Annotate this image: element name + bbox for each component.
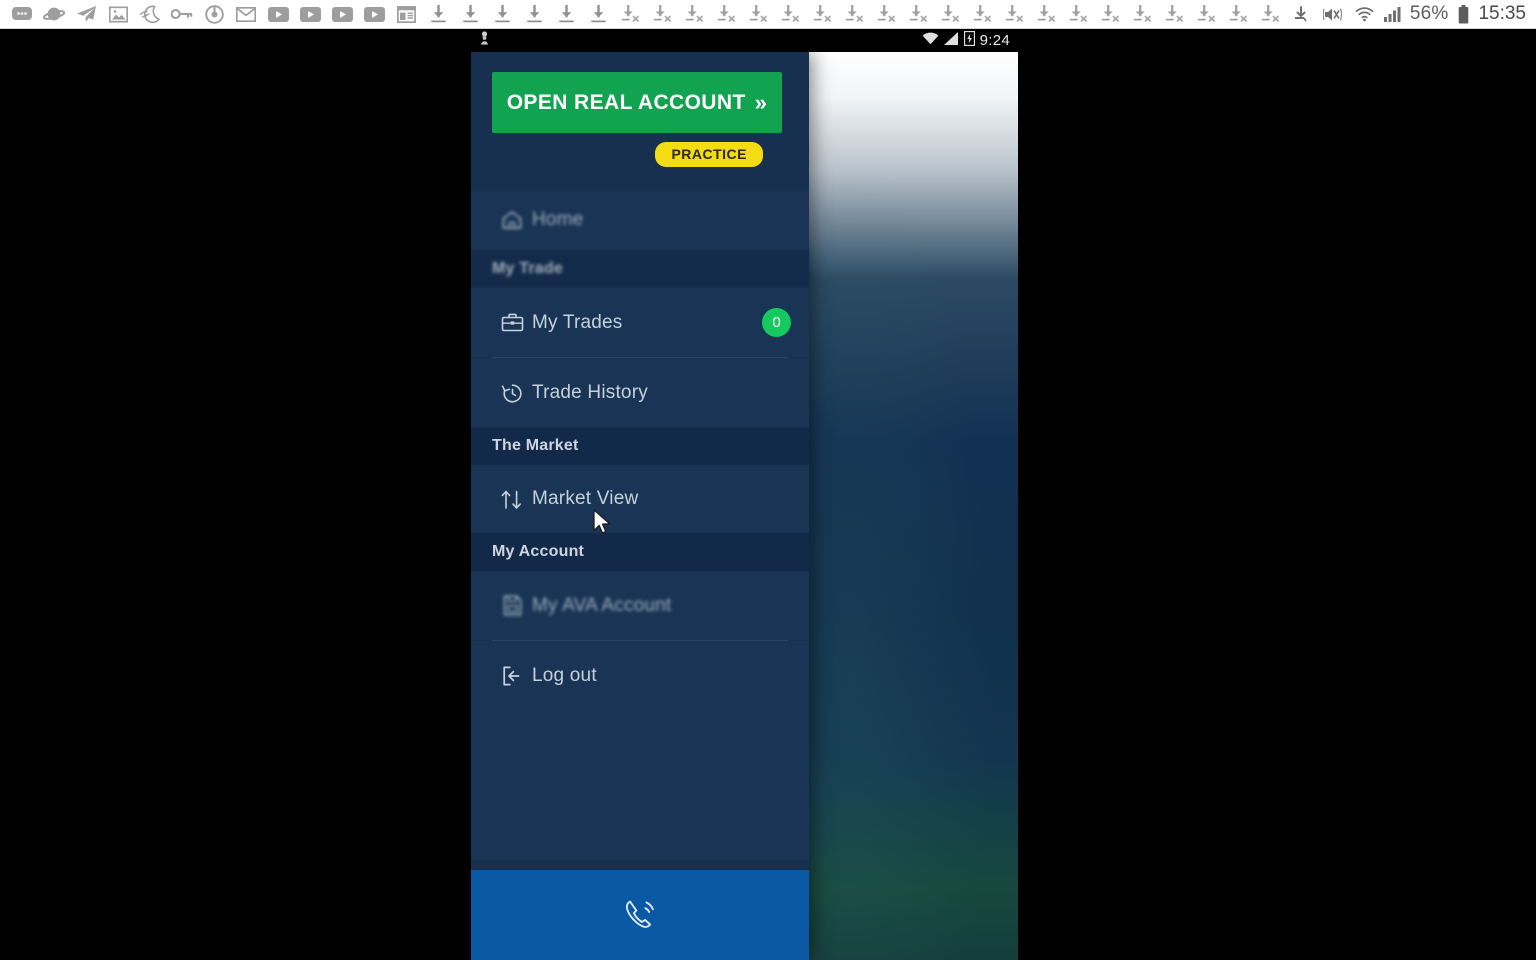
arrows-up-down-icon	[492, 488, 532, 511]
download-failed-icon[interactable]	[838, 0, 870, 29]
open-real-account-button[interactable]: OPEN REAL ACCOUNT »	[492, 72, 782, 133]
drawer-menu: Home My Trade My Trades 0 Trade History …	[471, 190, 809, 860]
menu-item-my-ava-account[interactable]: My AVA Account	[471, 571, 809, 640]
practice-mode-badge[interactable]: PRACTICE	[655, 142, 763, 167]
cell-signal-icon	[943, 31, 959, 50]
cell-signal-icon[interactable]	[1383, 0, 1403, 29]
navigation-drawer: OPEN REAL ACCOUNT » PRACTICE Home My Tra…	[471, 52, 809, 960]
download-failed-icon[interactable]	[934, 0, 966, 29]
download-icon[interactable]	[454, 0, 486, 29]
download-failed-icon[interactable]	[1094, 0, 1126, 29]
download-icon[interactable]	[582, 0, 614, 29]
media-player-icon[interactable]	[326, 0, 358, 29]
download-failed-icon[interactable]	[1126, 0, 1158, 29]
download-failed-icon[interactable]	[614, 0, 646, 29]
image-viewer-icon[interactable]	[102, 0, 134, 29]
phone-clock: 9:24	[979, 32, 1010, 49]
download-failed-icon[interactable]	[870, 0, 902, 29]
call-support-bar[interactable]	[471, 870, 809, 960]
drawer-empty-space	[471, 710, 809, 860]
chess-pawn-notification-icon	[479, 30, 490, 51]
battery-icon[interactable]	[1455, 0, 1471, 29]
download-failed-icon[interactable]	[710, 0, 742, 29]
status-bar-indicators: 9:24	[922, 30, 1010, 51]
wifi-icon	[922, 32, 939, 50]
home-icon	[492, 209, 532, 231]
download-icon[interactable]	[518, 0, 550, 29]
document-icon	[492, 594, 532, 617]
briefcase-icon	[492, 312, 532, 334]
download-failed-icon[interactable]	[902, 0, 934, 29]
phone-screen: 9:24 OPEN REAL ACCOUNT » PRACTICE Home M…	[471, 29, 1018, 960]
moon-bird-icon[interactable]	[134, 0, 166, 29]
download-failed-icon[interactable]	[1030, 0, 1062, 29]
battery-charging-icon	[963, 30, 975, 51]
phone-ring-icon	[617, 892, 663, 938]
download-indicator-icon[interactable]	[1289, 0, 1313, 29]
section-header-my-trade: My Trade	[471, 250, 809, 288]
download-failed-icon[interactable]	[1190, 0, 1222, 29]
download-failed-icon[interactable]	[774, 0, 806, 29]
menu-item-trade-history[interactable]: Trade History	[471, 358, 809, 427]
download-icon[interactable]	[486, 0, 518, 29]
media-player-icon[interactable]	[262, 0, 294, 29]
battery-percent-label: 56%	[1409, 3, 1449, 24]
key-icon[interactable]	[166, 0, 198, 29]
menu-item-log-out[interactable]: Log out	[471, 641, 809, 710]
download-failed-icon[interactable]	[1158, 0, 1190, 29]
taskbar-clock: 15:35	[1478, 3, 1526, 24]
download-icon[interactable]	[422, 0, 454, 29]
open-real-account-label: OPEN REAL ACCOUNT	[506, 90, 746, 114]
menu-item-log-out-label: Log out	[532, 664, 597, 686]
taskbar-system-tray: 56% 15:35	[1289, 0, 1536, 29]
account-mode-row: PRACTICE	[492, 133, 788, 167]
menu-item-market-view-label: Market View	[532, 488, 639, 509]
download-failed-icon[interactable]	[1062, 0, 1094, 29]
download-icon[interactable]	[550, 0, 582, 29]
logout-icon	[492, 665, 532, 687]
telegram-icon[interactable]	[70, 0, 102, 29]
calendar-window-icon[interactable]	[390, 0, 422, 29]
menu-item-my-trades-label: My Trades	[532, 311, 623, 333]
media-player-icon[interactable]	[358, 0, 390, 29]
menu-item-home-label: Home	[532, 209, 584, 230]
my-trades-count-badge: 0	[762, 308, 791, 337]
history-clock-icon	[492, 382, 532, 404]
double-chevron-right-icon: »	[754, 89, 768, 115]
download-failed-icon[interactable]	[678, 0, 710, 29]
download-failed-icon[interactable]	[1222, 0, 1254, 29]
download-failed-icon[interactable]	[966, 0, 998, 29]
menu-item-trade-history-label: Trade History	[532, 381, 648, 403]
download-failed-icon[interactable]	[806, 0, 838, 29]
taskbar-icon-tray	[0, 0, 1289, 29]
menu-item-market-view[interactable]: Market View	[471, 465, 809, 533]
mail-icon[interactable]	[230, 0, 262, 29]
section-header-the-market: The Market	[471, 427, 809, 465]
dimmed-content-behind-drawer[interactable]	[809, 52, 1018, 960]
messages-icon[interactable]	[6, 0, 38, 29]
desktop-taskbar: 56% 15:35	[0, 0, 1536, 29]
menu-item-home[interactable]: Home	[471, 190, 809, 250]
wifi-icon[interactable]	[1353, 0, 1376, 29]
media-player-icon[interactable]	[294, 0, 326, 29]
target-icon[interactable]	[198, 0, 230, 29]
saturn-browser-icon[interactable]	[38, 0, 70, 29]
download-failed-icon[interactable]	[998, 0, 1030, 29]
download-failed-icon[interactable]	[742, 0, 774, 29]
phone-status-bar: 9:24	[471, 29, 1018, 52]
menu-item-my-trades[interactable]: My Trades 0	[471, 288, 809, 357]
menu-item-my-ava-account-label: My AVA Account	[532, 594, 672, 616]
volume-muted-icon[interactable]	[1320, 0, 1346, 29]
download-failed-icon[interactable]	[1254, 0, 1286, 29]
status-bar-notifications	[479, 30, 490, 51]
section-header-my-account: My Account	[471, 533, 809, 571]
download-failed-icon[interactable]	[646, 0, 678, 29]
drawer-promo-area: OPEN REAL ACCOUNT » PRACTICE	[471, 52, 809, 167]
